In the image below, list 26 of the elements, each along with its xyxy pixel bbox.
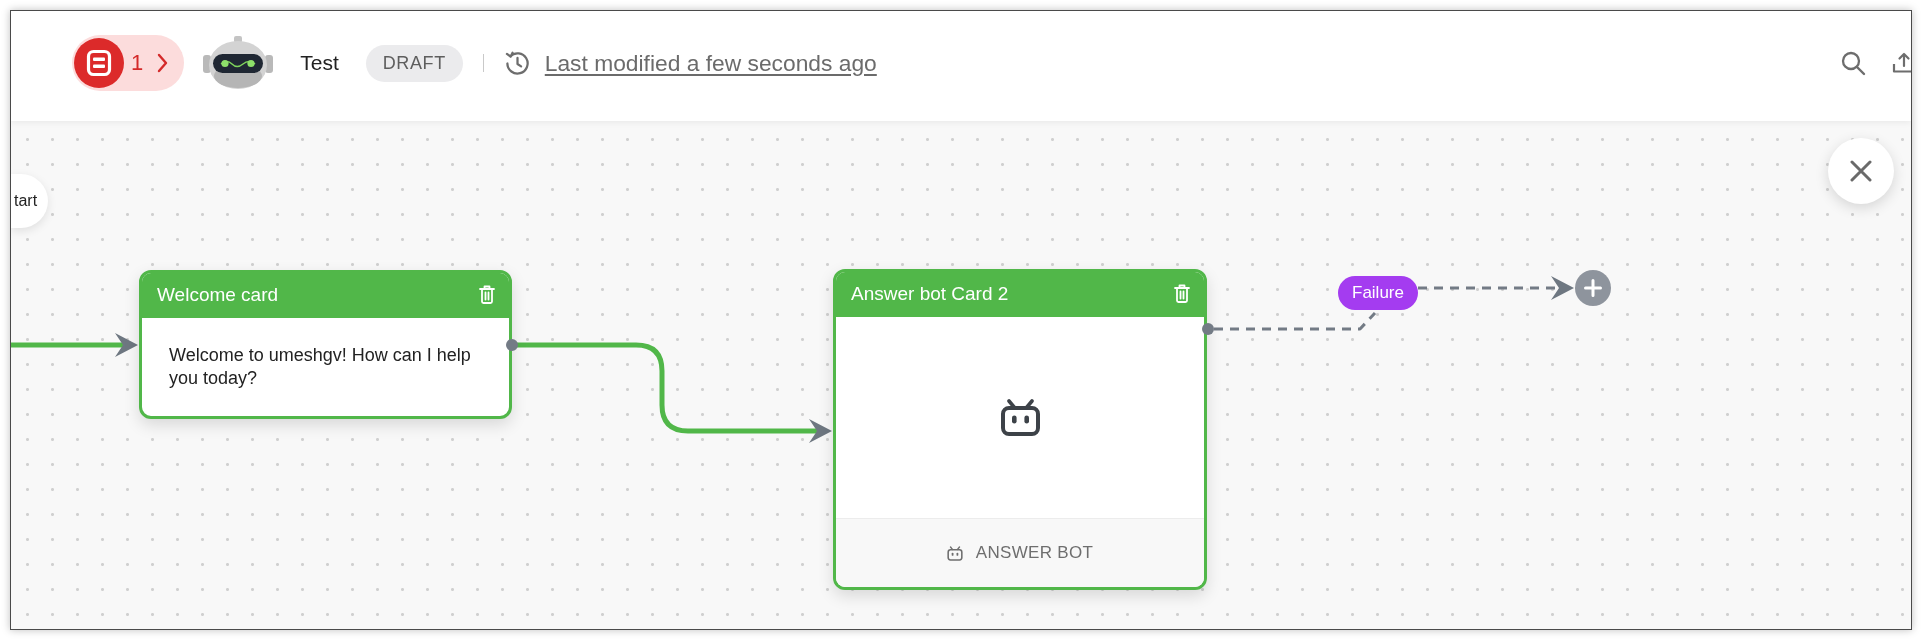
status-badge: DRAFT [365, 44, 463, 82]
robot-icon [946, 545, 963, 561]
last-modified-link[interactable]: Last modified a few seconds ago [544, 49, 877, 77]
close-button[interactable] [1828, 138, 1894, 204]
answer-bot-card[interactable]: Answer bot Card 2 ANSWER BOT [833, 269, 1207, 590]
robot-icon [999, 399, 1041, 436]
close-icon [1850, 160, 1872, 182]
history-icon [503, 49, 531, 77]
trash-icon[interactable] [479, 285, 495, 304]
card-type-label: ANSWER BOT [975, 543, 1094, 563]
start-node[interactable]: tart [11, 174, 48, 228]
plus-icon[interactable] [1575, 270, 1611, 306]
message-text: Welcome to umeshgv! How can I help you today? [168, 344, 472, 390]
connector-handle[interactable] [506, 339, 518, 351]
card-title: Answer bot Card 2 [851, 282, 1009, 305]
issues-button[interactable]: 1 [72, 35, 185, 91]
edge-label: Failure [1338, 276, 1418, 310]
robot-avatar-icon [203, 36, 274, 90]
search-icon[interactable] [1840, 50, 1866, 76]
trash-icon[interactable] [1174, 284, 1190, 303]
chevron-right-icon [157, 53, 169, 73]
list-icon [74, 38, 124, 88]
upload-icon[interactable] [1892, 51, 1911, 75]
bot-name: Test [300, 51, 339, 75]
card-title: Welcome card [157, 283, 279, 306]
message-card[interactable]: Welcome card Welcome to umeshgv! How can I help you today? [139, 270, 512, 419]
